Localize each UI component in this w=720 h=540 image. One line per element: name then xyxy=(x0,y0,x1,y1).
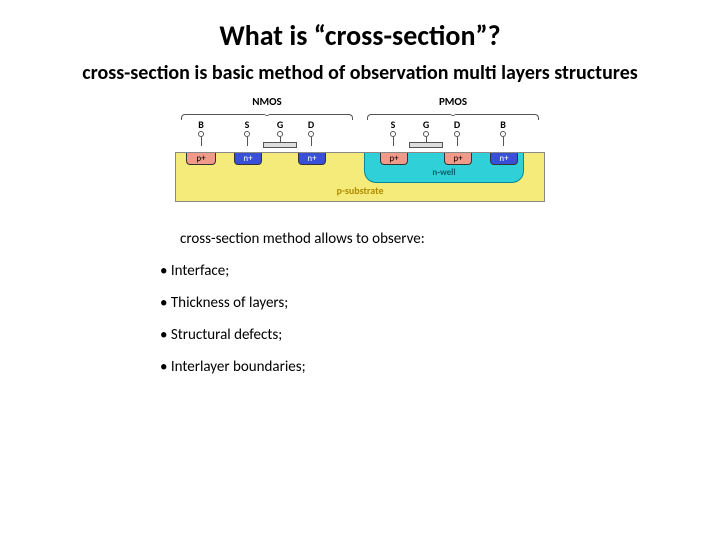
pin-source-pmos: S xyxy=(385,120,401,146)
pin-label: G xyxy=(263,120,297,130)
region-pplus: p+ xyxy=(380,153,408,165)
list-item: Interlayer boundaries; xyxy=(160,358,720,376)
pin-source-nmos: S xyxy=(239,120,255,146)
pin-label: S xyxy=(239,120,255,130)
region-pplus: p+ xyxy=(444,153,472,165)
pmos-bracket: PMOS xyxy=(367,95,539,120)
observe-intro: cross-section method allows to observe: xyxy=(180,230,720,248)
region-nplus: n+ xyxy=(298,153,326,165)
slide-subtitle: cross-section is basic method of observa… xyxy=(0,53,720,95)
pin-label: G xyxy=(409,120,443,130)
nmos-label: NMOS xyxy=(181,95,353,108)
pin-label: D xyxy=(303,120,319,130)
bullet-list: Interface; Thickness of layers; Structur… xyxy=(160,262,720,376)
substrate-label: p-substrate xyxy=(176,184,544,197)
curly-brace-icon xyxy=(181,110,353,120)
region-nplus: n+ xyxy=(234,153,262,165)
pin-drain-pmos: D xyxy=(449,120,465,146)
pin-label: D xyxy=(449,120,465,130)
p-substrate: n-well p+ n+ n+ p+ p+ n+ p-substrate xyxy=(175,152,545,202)
nmos-bracket: NMOS xyxy=(181,95,353,120)
pin-body-nmos: B xyxy=(193,120,209,146)
gate-plate-icon xyxy=(409,142,443,148)
slide-title: What is “cross-section”? xyxy=(0,0,720,53)
list-item: Structural defects; xyxy=(160,326,720,344)
region-nplus: n+ xyxy=(490,153,518,165)
pin-label: B xyxy=(193,120,209,130)
region-pplus: p+ xyxy=(186,153,216,165)
cmos-cross-section-diagram: NMOS PMOS B S G D S xyxy=(175,95,545,202)
pin-row: B S G D S G D B xyxy=(175,120,545,152)
gate-pmos: G xyxy=(409,120,443,148)
pin-drain-nmos: D xyxy=(303,120,319,146)
pin-body-pmos: B xyxy=(495,120,511,146)
gate-plate-icon xyxy=(263,142,297,148)
pmos-label: PMOS xyxy=(367,95,539,108)
pin-label: B xyxy=(495,120,511,130)
list-item: Thickness of layers; xyxy=(160,294,720,312)
gate-nmos: G xyxy=(263,120,297,148)
n-well-label: n-well xyxy=(365,167,523,178)
list-item: Interface; xyxy=(160,262,720,280)
pin-label: S xyxy=(385,120,401,130)
